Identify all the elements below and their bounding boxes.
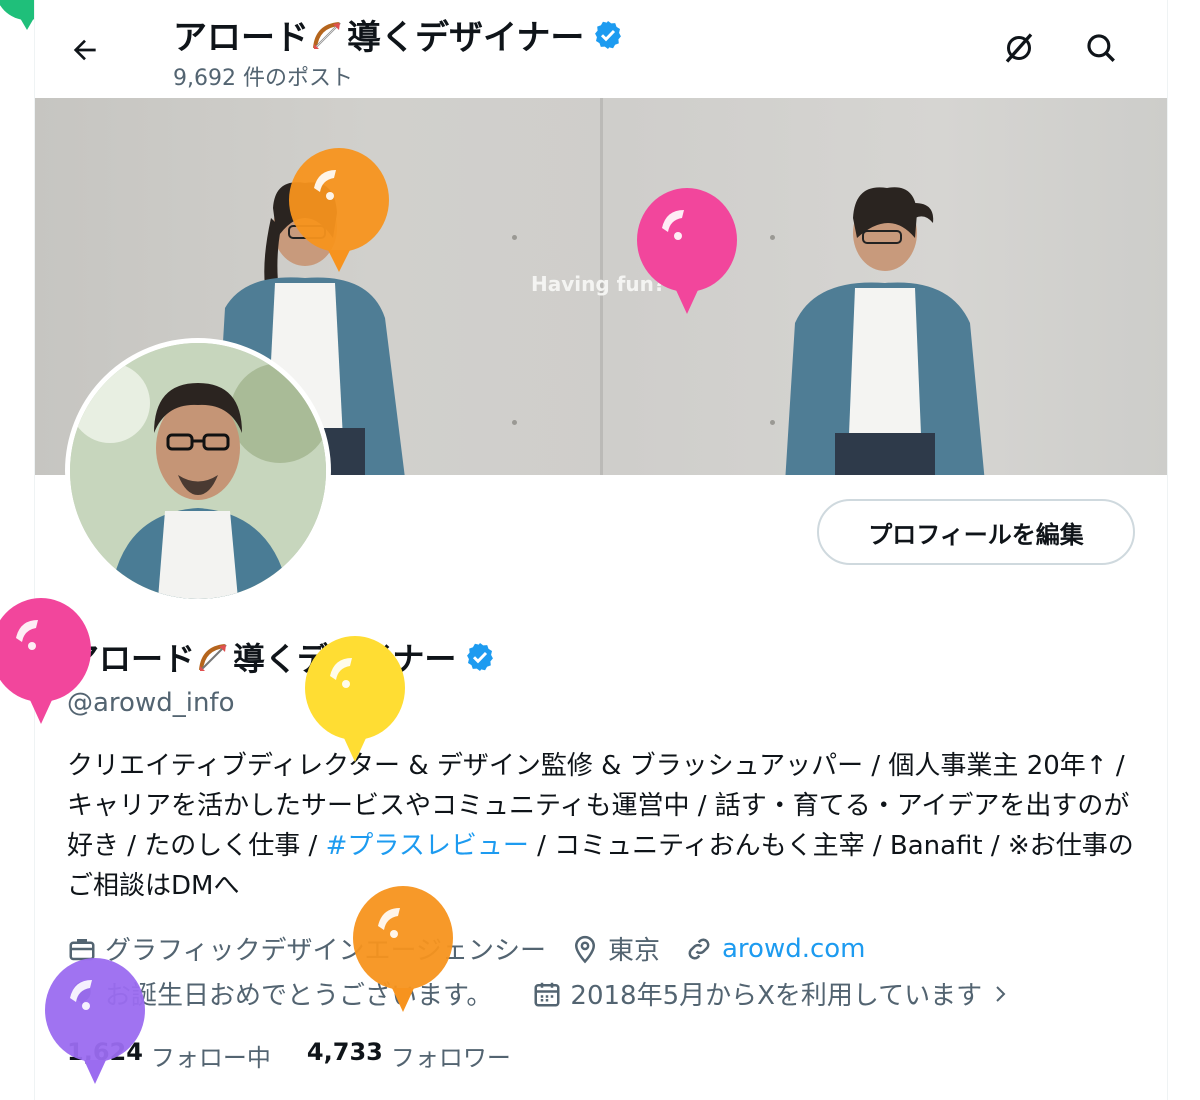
post-count: 9,692 件のポスト	[173, 66, 353, 91]
link-icon	[688, 938, 710, 959]
banner-caption: Having fun?	[531, 272, 666, 296]
profile-website[interactable]: arowd.com	[684, 934, 866, 964]
profile-avatar[interactable]	[65, 338, 331, 604]
header-name-suffix: 導くデザイナー	[347, 18, 585, 58]
header-display-name: アロード 導くデザイナー	[173, 10, 624, 59]
balloon-icon	[73, 981, 91, 1005]
briefcase-icon	[69, 938, 95, 960]
profile-name-prefix: アロード	[67, 640, 196, 678]
profile-meta-row-1: グラフィックデザインエージェンシー 東京 arowd.com	[67, 930, 890, 967]
profile-bio: クリエイティブディレクター & デザイン監修 & ブラッシュアッパー / 個人事…	[67, 746, 1137, 906]
verified-badge-icon[interactable]	[464, 641, 496, 673]
top-bar: アロード 導くデザイナー 9,692 件のポスト	[35, 0, 1167, 98]
grok-icon	[1005, 33, 1033, 63]
follow-stats: 1,624 フォロー中 4,733 フォロワー	[67, 1038, 547, 1073]
calendar-icon	[534, 982, 560, 1006]
category-label: グラフィックデザインエージェンシー	[105, 936, 546, 966]
chevron-right-icon	[996, 985, 1006, 1002]
grok-button[interactable]	[993, 22, 1045, 74]
avatar-photo	[70, 343, 326, 599]
joined-label: 2018年5月からXを利用しています	[570, 981, 983, 1011]
bow-and-arrow-emoji	[199, 644, 227, 671]
location-pin-icon	[574, 935, 595, 963]
followers-label[interactable]: フォロワー	[391, 1038, 511, 1073]
followers-count[interactable]: 4,733	[307, 1038, 383, 1073]
verified-badge-icon	[595, 20, 622, 49]
banner-person-right	[785, 187, 985, 475]
bio-hashtag-link[interactable]: #プラスレビュー	[326, 831, 529, 861]
profile-location: 東京	[570, 930, 660, 967]
birthday-label: お誕生日おめでとうございます。	[105, 981, 493, 1011]
profile-joined[interactable]: 2018年5月からXを利用しています	[532, 975, 1020, 1012]
profile-display-name: アロード 導くデザイナー	[67, 634, 496, 680]
profile-handle: @arowd_info	[67, 688, 235, 718]
back-button[interactable]	[61, 26, 109, 74]
location-label: 東京	[607, 936, 660, 966]
website-link[interactable]: arowd.com	[722, 934, 866, 964]
following-label[interactable]: フォロー中	[151, 1038, 271, 1073]
profile-name-suffix: 導くデザイナー	[233, 640, 457, 678]
header-name-prefix: アロード	[173, 18, 309, 58]
profile-category: グラフィックデザインエージェンシー	[67, 930, 546, 967]
bow-and-arrow-emoji	[313, 21, 341, 49]
edit-profile-button[interactable]: プロフィールを編集	[817, 499, 1135, 565]
following-count[interactable]: 1,624	[67, 1038, 143, 1073]
profile-page: アロード 導くデザイナー 9,692 件のポスト Having fun? プロフ…	[34, 0, 1168, 1100]
search-icon	[1087, 34, 1115, 62]
profile-meta-row-2: お誕生日おめでとうございます。 2018年5月からXを利用しています	[67, 975, 1044, 1012]
profile-birthday: お誕生日おめでとうございます。	[67, 975, 492, 1012]
arrow-left-icon	[73, 39, 96, 61]
search-button[interactable]	[1075, 22, 1127, 74]
